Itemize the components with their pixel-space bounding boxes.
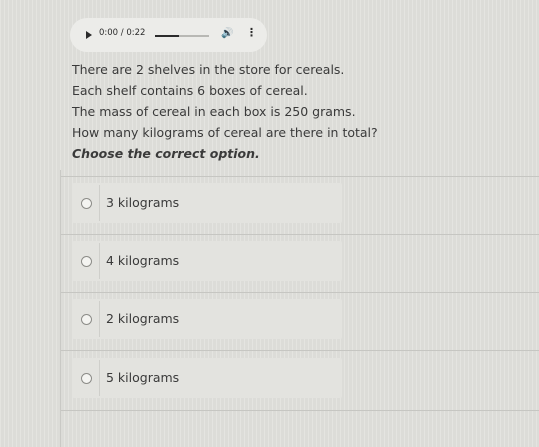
more-vert-icon[interactable]: ⋮	[246, 27, 257, 39]
option-divider	[99, 243, 100, 279]
question-line: There are 2 shelves in the store for cer…	[72, 62, 345, 77]
option-divider	[99, 301, 100, 337]
question-text: There are 2 shelves in the store for cer…	[72, 59, 378, 164]
option-divider	[99, 360, 100, 396]
play-icon[interactable]	[86, 31, 92, 39]
question-line: How many kilograms of cereal are there i…	[72, 125, 378, 140]
progress-bar[interactable]	[155, 35, 209, 37]
divider-line	[60, 350, 539, 351]
progress-fill	[155, 35, 180, 37]
divider-line	[60, 176, 539, 177]
time-display: 0:00 / 0:22	[99, 28, 146, 38]
instruction-text: Choose the correct option.	[72, 146, 260, 161]
divider-line	[60, 410, 539, 411]
option-2-kilograms[interactable]: 2 kilograms	[72, 299, 342, 339]
radio-button[interactable]	[81, 198, 92, 209]
option-divider	[99, 185, 100, 221]
option-label: 4 kilograms	[106, 253, 180, 268]
volume-icon[interactable]: 🔊	[221, 28, 233, 40]
divider-line	[60, 170, 61, 447]
radio-button[interactable]	[81, 373, 92, 384]
divider-line	[60, 292, 539, 293]
question-line: Each shelf contains 6 boxes of cereal.	[72, 83, 308, 98]
option-4-kilograms[interactable]: 4 kilograms	[72, 241, 342, 281]
question-line: The mass of cereal in each box is 250 gr…	[72, 104, 356, 119]
option-label: 3 kilograms	[106, 195, 180, 210]
radio-button[interactable]	[81, 314, 92, 325]
radio-button[interactable]	[81, 256, 92, 267]
option-label: 5 kilograms	[106, 370, 180, 385]
audio-player: 0:00 / 0:22 🔊 ⋮	[70, 18, 267, 52]
option-label: 2 kilograms	[106, 311, 180, 326]
option-5-kilograms[interactable]: 5 kilograms	[72, 358, 342, 398]
divider-line	[60, 234, 539, 235]
option-3-kilograms[interactable]: 3 kilograms	[72, 183, 342, 223]
